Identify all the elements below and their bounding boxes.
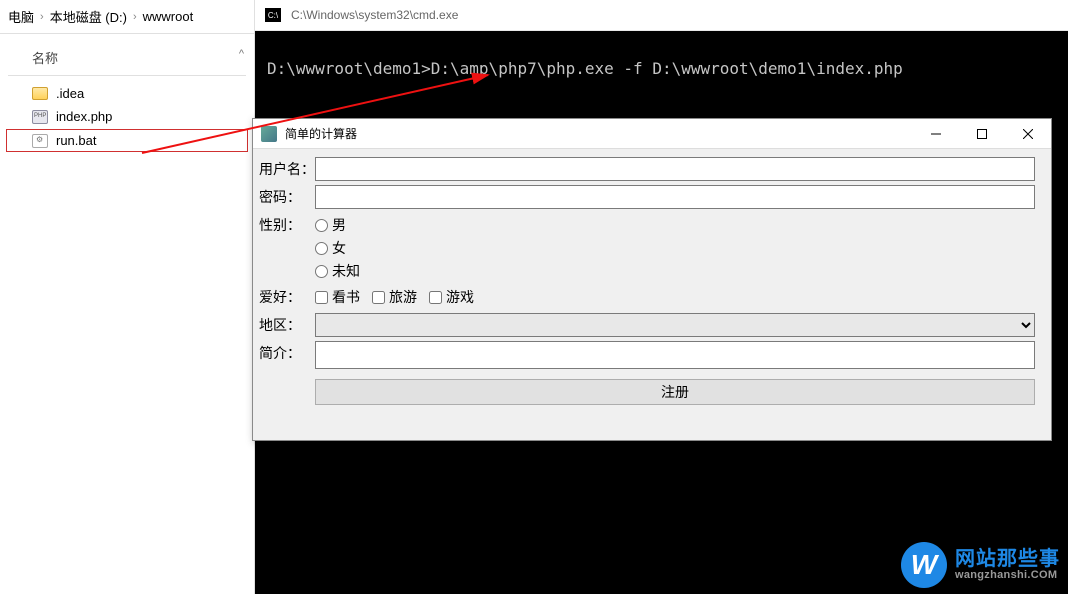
register-button[interactable]: 注册	[315, 379, 1035, 405]
app-titlebar[interactable]: 简单的计算器	[253, 119, 1051, 149]
chevron-right-icon: ›	[133, 11, 137, 23]
check-label: 游戏	[446, 287, 474, 307]
php-file-icon	[32, 110, 48, 124]
username-input[interactable]	[315, 157, 1035, 181]
checkbox-input[interactable]	[372, 291, 385, 304]
hobby-label: 爱好：	[253, 285, 315, 309]
file-row-php[interactable]: index.php	[0, 105, 254, 128]
hobby-check-game[interactable]: 游戏	[429, 287, 474, 307]
app-title: 简单的计算器	[285, 125, 357, 142]
cmd-titlebar[interactable]: C:\ C:\Windows\system32\cmd.exe	[255, 0, 1068, 31]
close-icon	[1023, 129, 1033, 139]
file-explorer: 电脑 › 本地磁盘 (D:) › wwwroot 名称 .idea index.…	[0, 0, 255, 594]
cmd-title: C:\Windows\system32\cmd.exe	[291, 8, 458, 22]
checkbox-input[interactable]	[429, 291, 442, 304]
radio-label: 未知	[332, 261, 360, 281]
hobby-check-travel[interactable]: 旅游	[372, 287, 417, 307]
watermark-en: wangzhanshi.COM	[955, 570, 1060, 582]
breadcrumb-seg[interactable]: 本地磁盘 (D:)	[50, 7, 127, 26]
divider	[8, 75, 246, 76]
file-name: index.php	[56, 109, 112, 124]
minimize-icon	[931, 129, 941, 139]
radio-input[interactable]	[315, 265, 328, 278]
file-row-bat[interactable]: run.bat	[6, 129, 248, 152]
region-select[interactable]	[315, 313, 1035, 337]
intro-label: 简介：	[253, 341, 315, 365]
checkbox-input[interactable]	[315, 291, 328, 304]
hobby-check-reading[interactable]: 看书	[315, 287, 360, 307]
file-name: .idea	[56, 86, 84, 101]
gender-label: 性别：	[253, 213, 315, 237]
app-window: 简单的计算器 用户名： 密码： 性别：	[252, 118, 1052, 441]
file-name: run.bat	[56, 133, 96, 148]
cmd-icon: C:\	[265, 8, 281, 22]
breadcrumb-seg[interactable]: wwwroot	[143, 9, 194, 24]
gender-radio-unknown[interactable]: 未知	[315, 261, 1035, 281]
column-header-name[interactable]: 名称	[0, 34, 254, 75]
maximize-icon	[977, 129, 987, 139]
radio-label: 女	[332, 238, 346, 258]
watermark-logo: W	[901, 542, 947, 588]
username-label: 用户名：	[253, 157, 315, 181]
gender-radio-male[interactable]: 男	[315, 215, 1035, 235]
password-input[interactable]	[315, 185, 1035, 209]
chevron-right-icon: ›	[40, 11, 44, 23]
gender-radio-female[interactable]: 女	[315, 238, 1035, 258]
cmd-line: D:\wwwroot\demo1>D:\amp\php7\php.exe -f …	[267, 59, 903, 78]
close-button[interactable]	[1005, 119, 1051, 149]
folder-icon	[32, 87, 48, 100]
breadcrumb[interactable]: 电脑 › 本地磁盘 (D:) › wwwroot	[0, 0, 254, 34]
minimize-button[interactable]	[913, 119, 959, 149]
watermark-cn: 网站那些事	[955, 549, 1060, 570]
maximize-button[interactable]	[959, 119, 1005, 149]
watermark: W 网站那些事 wangzhanshi.COM	[901, 542, 1060, 588]
radio-label: 男	[332, 215, 346, 235]
intro-textarea[interactable]	[315, 341, 1035, 369]
password-label: 密码：	[253, 185, 315, 209]
bat-file-icon	[32, 134, 48, 148]
form: 用户名： 密码： 性别： 男 女	[253, 149, 1051, 417]
region-label: 地区：	[253, 313, 315, 337]
app-icon	[261, 126, 277, 142]
check-label: 旅游	[389, 287, 417, 307]
window-controls	[913, 119, 1051, 149]
check-label: 看书	[332, 287, 360, 307]
file-row-folder[interactable]: .idea	[0, 82, 254, 105]
radio-input[interactable]	[315, 219, 328, 232]
breadcrumb-seg[interactable]: 电脑	[8, 7, 34, 26]
radio-input[interactable]	[315, 242, 328, 255]
